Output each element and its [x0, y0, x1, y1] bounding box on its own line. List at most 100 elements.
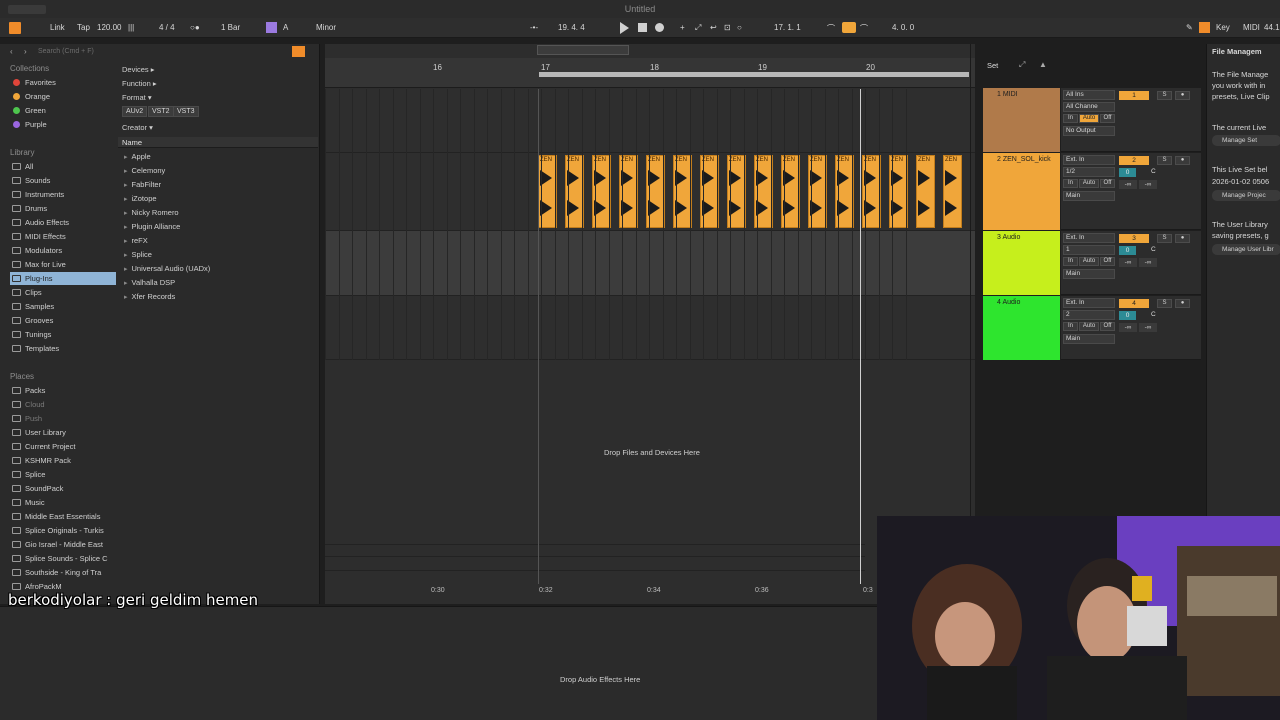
solo-button[interactable]: S — [1157, 234, 1172, 243]
track-3-header[interactable]: 3 Audio — [983, 231, 1060, 295]
list-item[interactable]: Plugin Alliance — [124, 222, 181, 231]
library-item-all[interactable]: All — [10, 160, 116, 173]
collection-green[interactable]: Green — [10, 104, 116, 117]
monitor-auto[interactable]: Auto — [1079, 257, 1099, 266]
list-item[interactable]: Valhalla DSP — [124, 278, 176, 287]
input-select[interactable]: All Ins — [1063, 90, 1115, 100]
collection-orange[interactable]: Orange — [10, 90, 116, 103]
list-item[interactable]: reFX — [124, 236, 148, 245]
draw-mode-icon[interactable]: ✎ — [1186, 23, 1193, 32]
forward-arrow-icon[interactable]: › — [24, 47, 27, 56]
place-user-library[interactable]: User Library — [10, 426, 116, 439]
track-lane-midi[interactable] — [325, 89, 975, 153]
collection-purple[interactable]: Purple — [10, 118, 116, 131]
library-item-grooves[interactable]: Grooves — [10, 314, 116, 327]
send-a[interactable]: -∞ — [1119, 258, 1137, 267]
list-item[interactable]: FabFilter — [124, 180, 162, 189]
creator-filter[interactable]: Creator ▾ — [122, 123, 153, 132]
metronome-bars-icon[interactable]: ||| — [128, 23, 134, 32]
place-packs[interactable]: Packs — [10, 384, 116, 397]
library-item-audio-effects[interactable]: Audio Effects — [10, 216, 116, 229]
tag-vst2[interactable]: VST2 — [148, 106, 174, 117]
library-item-max-for-live[interactable]: Max for Live — [10, 258, 116, 271]
key-map-button[interactable]: Key — [1216, 23, 1230, 32]
capture-icon[interactable]: ⊡ — [724, 23, 731, 32]
place-splice-sounds[interactable]: Splice Sounds - Splice C — [10, 552, 116, 565]
input-select[interactable]: Ext. In — [1063, 155, 1115, 165]
filter-icon[interactable] — [292, 46, 305, 57]
channel-select[interactable]: 2 — [1063, 310, 1115, 320]
pan-knob[interactable]: C — [1151, 246, 1156, 253]
library-item-plug-ins[interactable]: Plug-Ins — [10, 272, 116, 285]
library-item-templates[interactable]: Templates — [10, 342, 116, 355]
keyboard-icon[interactable] — [1199, 22, 1210, 33]
place-music[interactable]: Music — [10, 496, 116, 509]
output-select[interactable]: Main — [1063, 191, 1115, 201]
beat-time-ruler[interactable]: 16 17 18 19 20 — [325, 58, 975, 88]
loop-length-field[interactable]: 4. 0. 0 — [892, 23, 914, 32]
send-b[interactable]: -∞ — [1139, 258, 1157, 267]
library-item-sounds[interactable]: Sounds — [10, 174, 116, 187]
lock-icon[interactable]: ▲ — [1039, 60, 1047, 69]
follow-icon[interactable]: -•- — [530, 23, 538, 32]
pan-knob[interactable]: C — [1151, 311, 1156, 318]
midi-map-button[interactable]: MIDI — [1243, 23, 1260, 32]
audio-clip[interactable]: ZEN — [943, 155, 962, 228]
library-item-midi-effects[interactable]: MIDI Effects — [10, 230, 116, 243]
list-item[interactable]: Universal Audio (UADx) — [124, 264, 211, 273]
place-southside[interactable]: Southside - King of Tra — [10, 566, 116, 579]
collection-favorites[interactable]: Favorites — [10, 76, 116, 89]
track-activator[interactable]: 1 — [1119, 91, 1149, 100]
time-signature-field[interactable]: 4 / 4 — [159, 23, 175, 32]
send-b[interactable]: -∞ — [1139, 323, 1157, 332]
quantize-select[interactable]: 1 Bar — [221, 23, 240, 32]
send-a[interactable]: -∞ — [1119, 180, 1137, 189]
manage-set-button[interactable]: Manage Set — [1212, 135, 1280, 146]
channel-select[interactable]: 1/2 — [1063, 167, 1115, 177]
scale-select[interactable]: Minor — [316, 23, 336, 32]
volume-field[interactable]: 0 — [1119, 311, 1136, 320]
link-button[interactable]: Link — [50, 23, 65, 32]
channel-select[interactable]: 1 — [1063, 245, 1115, 255]
send-a[interactable]: -∞ — [1119, 323, 1137, 332]
play-icon[interactable] — [620, 22, 629, 34]
place-push[interactable]: Push — [10, 412, 116, 425]
monitor-in[interactable]: In — [1063, 257, 1078, 266]
back-arrow-icon[interactable]: ‹ — [10, 47, 13, 56]
automation-arm-icon[interactable]: ⤢ — [695, 23, 701, 33]
punch-out-icon[interactable]: ⌒ — [860, 23, 868, 34]
input-select[interactable]: Ext. In — [1063, 233, 1115, 243]
arm-icon[interactable]: ● — [1175, 91, 1190, 100]
manage-project-button[interactable]: Manage Projec — [1212, 190, 1280, 201]
song-position-field[interactable]: 19. 4. 4 — [558, 23, 585, 32]
tap-button[interactable]: Tap — [77, 23, 90, 32]
place-current-project[interactable]: Current Project — [10, 440, 116, 453]
track-2-header[interactable]: 2 ZEN_SOL_kick — [983, 153, 1060, 230]
volume-field[interactable]: 0 — [1119, 168, 1136, 177]
overview-strip[interactable] — [537, 45, 629, 55]
list-item[interactable]: Splice — [124, 250, 152, 259]
arm-icon[interactable]: ● — [1175, 299, 1190, 308]
session-record-icon[interactable]: ○ — [737, 23, 742, 32]
output-select[interactable]: No Output — [1063, 126, 1115, 136]
tempo-field[interactable]: 120.00 — [97, 23, 121, 32]
format-filter[interactable]: Format ▾ — [122, 93, 152, 102]
library-item-tunings[interactable]: Tunings — [10, 328, 116, 341]
monitor-auto[interactable]: Auto — [1079, 114, 1099, 123]
place-middle-east-essentials[interactable]: Middle East Essentials — [10, 510, 116, 523]
library-item-instruments[interactable]: Instruments — [10, 188, 116, 201]
set-button[interactable]: Set — [987, 61, 998, 70]
devices-filter[interactable]: Devices ▸ — [122, 65, 155, 74]
solo-button[interactable]: S — [1157, 91, 1172, 100]
metronome-icon[interactable]: ○● — [190, 23, 200, 32]
back-to-arrangement-icon[interactable]: ↩ — [710, 23, 717, 32]
overdub-icon[interactable]: + — [680, 23, 685, 32]
place-splice[interactable]: Splice — [10, 468, 116, 481]
pan-knob[interactable]: C — [1151, 168, 1156, 175]
track-lane-audio-4[interactable] — [325, 296, 975, 360]
monitor-in[interactable]: In — [1063, 179, 1078, 188]
scale-mode-icon[interactable] — [266, 22, 277, 33]
audio-clip[interactable]: ZEN — [916, 155, 935, 228]
place-soundpack[interactable]: SoundPack — [10, 482, 116, 495]
output-select[interactable]: Main — [1063, 334, 1115, 344]
